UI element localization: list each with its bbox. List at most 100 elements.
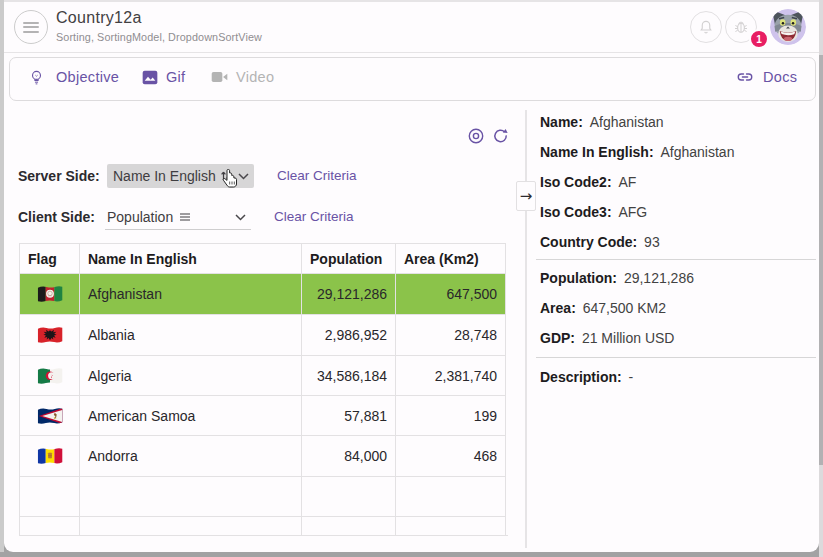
detail-value: 21 Million USD [582,330,675,346]
cell-population: 57,881 [302,396,396,436]
toolbar: Objective Gif Video Docs [9,57,816,101]
detail-label: Name In English: [540,144,654,160]
client-sort-dropdown[interactable]: Population [105,205,251,230]
panel-collapse-button[interactable]: → [516,181,536,211]
detail-label: Area: [540,300,576,316]
cell-name: Albania [80,315,302,356]
arrow-right-icon: → [520,187,533,205]
lightbulb-icon [28,69,45,86]
replay-button[interactable] [468,128,484,144]
gif-label: Gif [166,69,185,85]
detail-label: Population: [540,270,617,286]
detail-value: Afghanistan [590,114,664,130]
header-divider [4,52,819,53]
col-header-area[interactable]: Area (Km2) [396,244,506,274]
objective-label: Objective [56,69,119,85]
flag-albania [37,326,63,344]
bell-icon [697,18,715,36]
cell-population: 84,000 [302,436,396,477]
grid-header-row: Flag Name In English Population Area (Km… [20,244,506,274]
detail-field: Iso Code3: AFG [540,202,647,222]
cell-population [302,477,396,517]
detail-field: Area: 647,500 KM2 [540,298,666,318]
table-row[interactable]: Andorra84,000468 [20,436,506,477]
detail-value: AF [618,174,636,190]
table-row[interactable]: Algeria34,586,1842,381,740 [20,356,506,396]
scrollbar-thumb[interactable] [819,55,823,465]
table-row[interactable]: Albania2,986,95228,748 [20,315,506,356]
cell-population [302,517,396,537]
detail-field: Iso Code2: AF [540,172,636,192]
table-row[interactable] [20,477,506,517]
table-row[interactable]: American Samoa57,881199 [20,396,506,436]
cell-flag [20,274,80,315]
cell-population: 2,986,952 [302,315,396,356]
cell-name: Algeria [80,356,302,396]
client-sort-value: Population [107,209,173,225]
video-label: Video [236,69,274,85]
flag-afghanistan [37,285,63,303]
panel-divider [525,110,527,548]
cell-flag [20,477,80,517]
detail-value: 647,500 KM2 [583,300,666,316]
cell-area [396,477,506,517]
menu-button[interactable] [14,10,48,44]
gif-button[interactable]: Gif [142,58,185,96]
server-side-label: Server Side: [18,168,100,184]
client-clear-criteria-link[interactable]: Clear Criteria [274,209,354,224]
cell-flag [20,315,80,356]
detail-field: GDP: 21 Million USD [540,328,674,348]
notifications-button[interactable] [690,11,722,43]
cell-area: 28,748 [396,315,506,356]
refresh-icon [492,128,508,144]
docs-button[interactable]: Docs [735,58,797,96]
window-left-edge [0,0,4,552]
details-divider [536,357,816,358]
video-button[interactable]: Video [211,58,274,96]
cell-flag [20,436,80,477]
server-sort-value: Name In English [113,168,216,184]
server-clear-criteria-link[interactable]: Clear Criteria [277,168,357,183]
cell-area [396,517,506,537]
flag-andorra [37,447,63,465]
page-title: Country12a [56,9,142,27]
col-header-population[interactable]: Population [302,244,396,274]
bug-icon [732,18,750,36]
chevron-down-icon [238,173,249,180]
objective-button[interactable]: Objective [28,58,119,96]
cell-area: 647,500 [396,274,506,315]
detail-field: Name In English: Afghanistan [540,142,734,162]
menu-lines-icon [179,212,191,222]
cell-name [80,517,302,537]
flag-algeria [37,367,63,385]
cat-avatar-image [770,9,806,45]
avatar[interactable] [770,9,806,45]
flag-american-samoa [37,407,63,425]
detail-value: 93 [644,234,660,250]
refresh-button[interactable] [492,128,508,144]
cell-area: 468 [396,436,506,477]
cell-area: 199 [396,396,506,436]
cell-name: Andorra [80,436,302,477]
detail-field: Description: - [540,367,633,387]
table-row[interactable]: Afghanistan29,121,286647,500 [20,274,506,315]
notification-count-badge: 1 [749,29,769,49]
chevron-down-icon [235,214,246,221]
record-icon [468,128,484,144]
gif-icon [142,70,158,85]
col-header-flag[interactable]: Flag [20,244,80,274]
cell-flag [20,396,80,436]
table-row[interactable] [20,517,506,537]
countries-grid: Flag Name In English Population Area (Km… [19,243,508,536]
cell-flag [20,517,80,537]
detail-field: Population: 29,121,286 [540,268,694,288]
cell-name [80,477,302,517]
client-side-label: Client Side: [18,209,95,225]
link-icon [735,68,755,86]
details-divider [536,259,816,260]
col-header-name[interactable]: Name In English [80,244,302,274]
detail-value: AFG [618,204,647,220]
video-icon [211,70,228,84]
detail-value: - [629,369,634,385]
mouse-cursor [222,169,239,190]
